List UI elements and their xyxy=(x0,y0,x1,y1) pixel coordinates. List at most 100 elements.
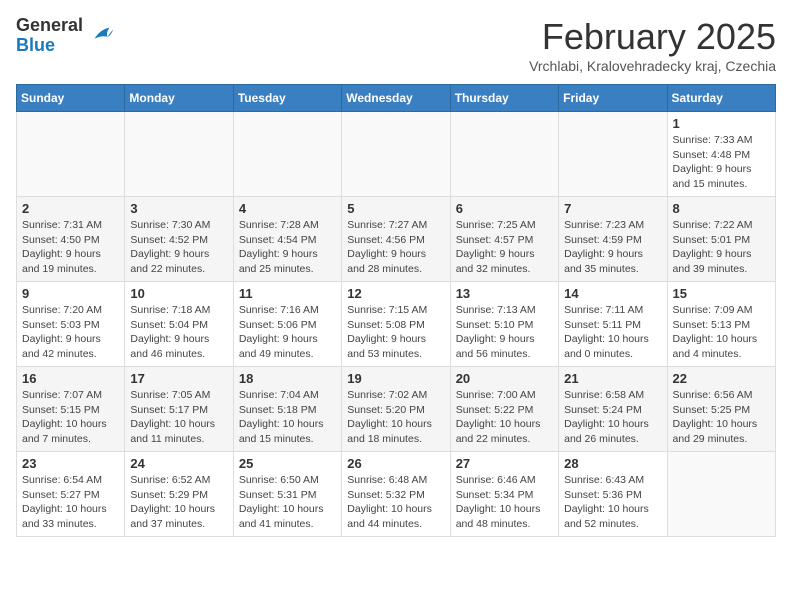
day-number: 23 xyxy=(22,456,119,471)
day-of-week-header: Saturday xyxy=(667,85,775,112)
calendar-day-cell: 3 Sunrise: 7:30 AMSunset: 4:52 PMDaylight… xyxy=(125,197,233,282)
day-info: Sunrise: 7:15 AMSunset: 5:08 PMDaylight:… xyxy=(347,303,444,362)
day-number: 13 xyxy=(456,286,553,301)
day-info: Sunrise: 7:16 AMSunset: 5:06 PMDaylight:… xyxy=(239,303,336,362)
calendar-day-cell: 8 Sunrise: 7:22 AMSunset: 5:01 PMDaylight… xyxy=(667,197,775,282)
day-info: Sunrise: 7:27 AMSunset: 4:56 PMDaylight:… xyxy=(347,218,444,277)
calendar-day-cell xyxy=(125,112,233,197)
day-of-week-header: Wednesday xyxy=(342,85,450,112)
day-number: 1 xyxy=(673,116,770,131)
day-info: Sunrise: 6:54 AMSunset: 5:27 PMDaylight:… xyxy=(22,473,119,532)
day-number: 11 xyxy=(239,286,336,301)
day-number: 20 xyxy=(456,371,553,386)
calendar-day-cell: 22 Sunrise: 6:56 AMSunset: 5:25 PMDayligh… xyxy=(667,367,775,452)
day-info: Sunrise: 6:52 AMSunset: 5:29 PMDaylight:… xyxy=(130,473,227,532)
calendar-day-cell: 16 Sunrise: 7:07 AMSunset: 5:15 PMDayligh… xyxy=(17,367,125,452)
day-number: 25 xyxy=(239,456,336,471)
day-number: 7 xyxy=(564,201,661,216)
day-info: Sunrise: 7:09 AMSunset: 5:13 PMDaylight:… xyxy=(673,303,770,362)
calendar-day-cell: 9 Sunrise: 7:20 AMSunset: 5:03 PMDaylight… xyxy=(17,282,125,367)
logo: General Blue xyxy=(16,16,115,56)
day-info: Sunrise: 6:46 AMSunset: 5:34 PMDaylight:… xyxy=(456,473,553,532)
day-of-week-header: Friday xyxy=(559,85,667,112)
calendar-day-cell xyxy=(233,112,341,197)
calendar-day-cell: 15 Sunrise: 7:09 AMSunset: 5:13 PMDayligh… xyxy=(667,282,775,367)
calendar-day-cell: 1 Sunrise: 7:33 AMSunset: 4:48 PMDaylight… xyxy=(667,112,775,197)
day-info: Sunrise: 7:25 AMSunset: 4:57 PMDaylight:… xyxy=(456,218,553,277)
calendar-week-row: 9 Sunrise: 7:20 AMSunset: 5:03 PMDaylight… xyxy=(17,282,776,367)
day-info: Sunrise: 7:33 AMSunset: 4:48 PMDaylight:… xyxy=(673,133,770,192)
day-of-week-header: Sunday xyxy=(17,85,125,112)
day-number: 18 xyxy=(239,371,336,386)
calendar-day-cell: 20Sunrise: 7:00 AMSunset: 5:22 PMDayligh… xyxy=(450,367,558,452)
day-info: Sunrise: 7:30 AMSunset: 4:52 PMDaylight:… xyxy=(130,218,227,277)
calendar-day-cell: 11 Sunrise: 7:16 AMSunset: 5:06 PMDayligh… xyxy=(233,282,341,367)
day-info: Sunrise: 7:04 AMSunset: 5:18 PMDaylight:… xyxy=(239,388,336,447)
day-of-week-header: Monday xyxy=(125,85,233,112)
day-number: 19 xyxy=(347,371,444,386)
day-number: 22 xyxy=(673,371,770,386)
day-info: Sunrise: 6:50 AMSunset: 5:31 PMDaylight:… xyxy=(239,473,336,532)
calendar-day-cell: 5 Sunrise: 7:27 AMSunset: 4:56 PMDaylight… xyxy=(342,197,450,282)
calendar-day-cell: 23 Sunrise: 6:54 AMSunset: 5:27 PMDayligh… xyxy=(17,452,125,537)
day-info: Sunrise: 7:28 AMSunset: 4:54 PMDaylight:… xyxy=(239,218,336,277)
day-of-week-header: Thursday xyxy=(450,85,558,112)
day-number: 17 xyxy=(130,371,227,386)
day-number: 26 xyxy=(347,456,444,471)
day-number: 21 xyxy=(564,371,661,386)
calendar-day-cell: 27 Sunrise: 6:46 AMSunset: 5:34 PMDayligh… xyxy=(450,452,558,537)
calendar-day-cell xyxy=(450,112,558,197)
logo-blue-text: Blue xyxy=(16,36,83,56)
calendar-day-cell: 4 Sunrise: 7:28 AMSunset: 4:54 PMDaylight… xyxy=(233,197,341,282)
page-header: General Blue February 2025 Vrchlabi, Kra… xyxy=(16,16,776,74)
calendar-day-cell: 28 Sunrise: 6:43 AMSunset: 5:36 PMDayligh… xyxy=(559,452,667,537)
calendar-day-cell xyxy=(342,112,450,197)
calendar-day-cell: 18 Sunrise: 7:04 AMSunset: 5:18 PMDayligh… xyxy=(233,367,341,452)
calendar-day-cell: 19 Sunrise: 7:02 AMSunset: 5:20 PMDayligh… xyxy=(342,367,450,452)
day-info: Sunrise: 7:22 AMSunset: 5:01 PMDaylight:… xyxy=(673,218,770,277)
calendar-day-cell: 17Sunrise: 7:05 AMSunset: 5:17 PMDayligh… xyxy=(125,367,233,452)
day-number: 5 xyxy=(347,201,444,216)
calendar-week-row: 2 Sunrise: 7:31 AMSunset: 4:50 PMDaylight… xyxy=(17,197,776,282)
day-info: Sunrise: 6:58 AMSunset: 5:24 PMDaylight:… xyxy=(564,388,661,447)
calendar-day-cell xyxy=(17,112,125,197)
month-year-heading: February 2025 xyxy=(529,16,776,58)
day-info: Sunrise: 7:23 AMSunset: 4:59 PMDaylight:… xyxy=(564,218,661,277)
day-number: 10 xyxy=(130,286,227,301)
calendar-day-cell: 21 Sunrise: 6:58 AMSunset: 5:24 PMDayligh… xyxy=(559,367,667,452)
calendar-day-cell xyxy=(559,112,667,197)
day-info: Sunrise: 6:56 AMSunset: 5:25 PMDaylight:… xyxy=(673,388,770,447)
day-info: Sunrise: 7:31 AMSunset: 4:50 PMDaylight:… xyxy=(22,218,119,277)
day-of-week-header: Tuesday xyxy=(233,85,341,112)
calendar-day-cell: 26 Sunrise: 6:48 AMSunset: 5:32 PMDayligh… xyxy=(342,452,450,537)
day-info: Sunrise: 6:48 AMSunset: 5:32 PMDaylight:… xyxy=(347,473,444,532)
title-block: February 2025 Vrchlabi, Kralovehradecky … xyxy=(529,16,776,74)
day-number: 27 xyxy=(456,456,553,471)
day-number: 28 xyxy=(564,456,661,471)
day-info: Sunrise: 7:07 AMSunset: 5:15 PMDaylight:… xyxy=(22,388,119,447)
day-number: 24 xyxy=(130,456,227,471)
day-number: 16 xyxy=(22,371,119,386)
day-number: 15 xyxy=(673,286,770,301)
calendar-day-cell: 6 Sunrise: 7:25 AMSunset: 4:57 PMDaylight… xyxy=(450,197,558,282)
calendar-day-cell xyxy=(667,452,775,537)
day-number: 6 xyxy=(456,201,553,216)
calendar-day-cell: 12 Sunrise: 7:15 AMSunset: 5:08 PMDayligh… xyxy=(342,282,450,367)
day-info: Sunrise: 7:11 AMSunset: 5:11 PMDaylight:… xyxy=(564,303,661,362)
calendar-day-cell: 13Sunrise: 7:13 AMSunset: 5:10 PMDayligh… xyxy=(450,282,558,367)
day-info: Sunrise: 7:02 AMSunset: 5:20 PMDaylight:… xyxy=(347,388,444,447)
calendar-day-cell: 2 Sunrise: 7:31 AMSunset: 4:50 PMDaylight… xyxy=(17,197,125,282)
day-number: 9 xyxy=(22,286,119,301)
day-number: 8 xyxy=(673,201,770,216)
calendar-day-cell: 24 Sunrise: 6:52 AMSunset: 5:29 PMDayligh… xyxy=(125,452,233,537)
calendar-day-cell: 25 Sunrise: 6:50 AMSunset: 5:31 PMDayligh… xyxy=(233,452,341,537)
day-info: Sunrise: 7:18 AMSunset: 5:04 PMDaylight:… xyxy=(130,303,227,362)
logo-general-text: General xyxy=(16,16,83,36)
day-number: 12 xyxy=(347,286,444,301)
day-info: Sunrise: 6:43 AMSunset: 5:36 PMDaylight:… xyxy=(564,473,661,532)
day-number: 4 xyxy=(239,201,336,216)
day-number: 3 xyxy=(130,201,227,216)
calendar-header-row: SundayMondayTuesdayWednesdayThursdayFrid… xyxy=(17,85,776,112)
day-info: Sunrise: 7:20 AMSunset: 5:03 PMDaylight:… xyxy=(22,303,119,362)
day-number: 2 xyxy=(22,201,119,216)
